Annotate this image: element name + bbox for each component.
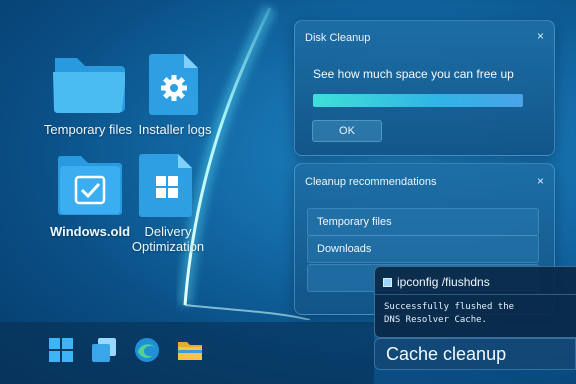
output-line: Successfully flushed the [384,302,515,312]
dialog-heading: See how much space you can free up [313,67,514,81]
divider [375,294,576,295]
progress-fill [313,94,523,107]
panel-title: Cleanup recommendations [305,176,437,188]
settings-file-icon [149,54,198,115]
windows-start-icon[interactable] [47,336,75,364]
check-folder-icon [58,156,122,215]
recommendation-item-downloads[interactable]: Downloads [307,235,539,263]
desktop-icon-label: Temporary files [43,122,133,137]
desktop-icon-installer-logs[interactable]: Installer logs [127,50,223,137]
disk-cleanup-dialog: Disk Cleanup × See how much space you ca… [294,20,555,156]
edge-browser-icon[interactable] [133,336,161,364]
task-view-icon[interactable] [90,336,118,364]
folder-icon [53,58,125,114]
terminal-title: ipconfig /fiushdns [383,275,490,289]
close-icon[interactable]: × [537,29,544,43]
ok-button[interactable]: OK [312,120,382,142]
terminal-command: ipconfig /fiushdns [397,275,490,289]
desktop-icon-label: Windows.old [49,224,131,239]
terminal-output: Successfully flushed the DNS Resolver Ca… [384,301,514,327]
terminal-icon [383,277,392,287]
desktop-icon-temporary-files[interactable]: Temporary files [40,50,136,137]
output-line: DNS Resolver Cache. [384,315,487,325]
windows-file-icon [139,154,192,217]
progress-bar [313,94,523,107]
close-icon[interactable]: × [537,174,544,188]
desktop-icon-delivery-optimization[interactable]: Delivery Optimization [120,150,216,254]
recommendation-item-temporary-files[interactable]: Temporary files [307,208,539,236]
terminal-window[interactable]: ipconfig /fiushdns Successfully flushed … [374,266,576,338]
cache-cleanup-label: Cache cleanup [374,338,576,370]
desktop-icon-label: Delivery Optimization [131,224,205,254]
dialog-title: Disk Cleanup [305,32,371,44]
taskbar [0,322,374,384]
file-explorer-icon[interactable] [176,336,204,364]
desktop-icon-label: Installer logs [138,122,212,137]
